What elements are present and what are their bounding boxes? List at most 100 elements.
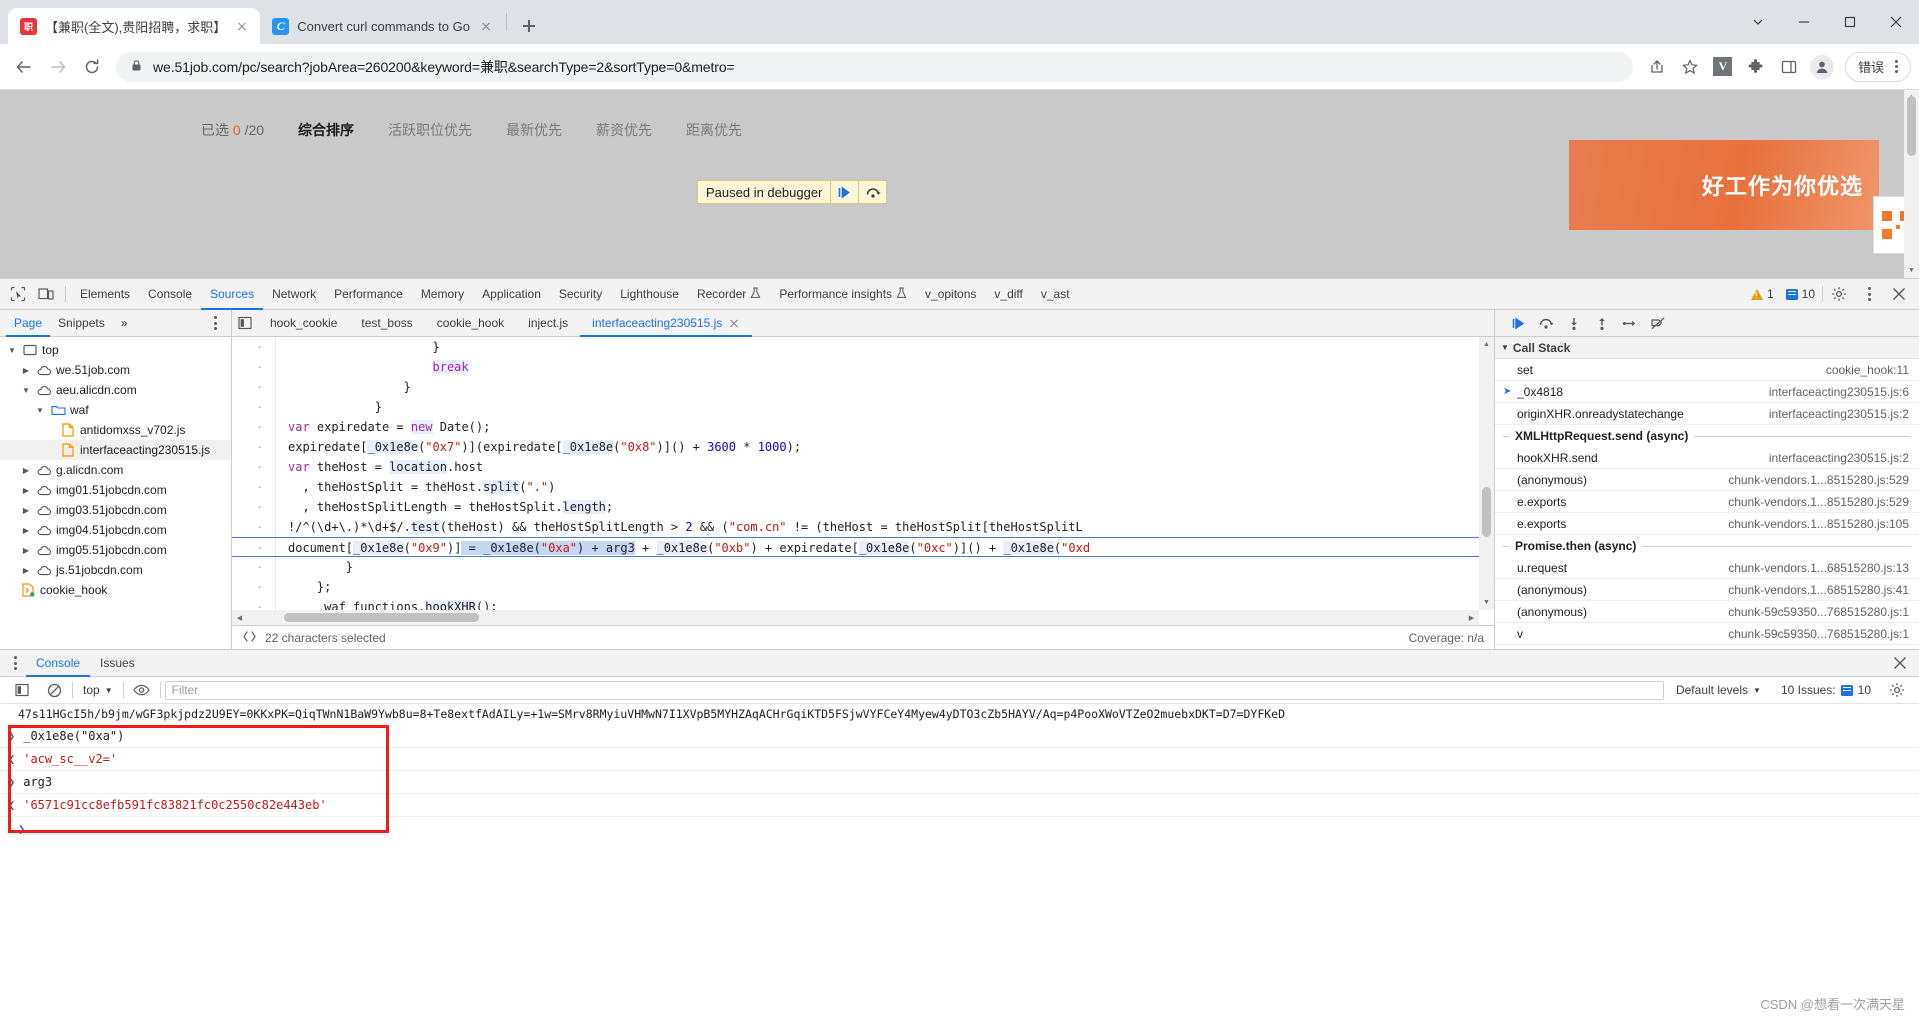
- tab-performance[interactable]: Performance: [325, 279, 412, 310]
- tab-performance-insights[interactable]: Performance insights: [770, 279, 916, 310]
- call-stack-row[interactable]: (anonymous) chunk-59c59350...768515280.j…: [1495, 601, 1919, 623]
- twisty-closed-icon[interactable]: ▶: [20, 546, 32, 555]
- tree-item-cookie-hook-snippet[interactable]: cookie_hook: [0, 580, 231, 600]
- maximize-icon[interactable]: [1827, 0, 1873, 44]
- editor-vertical-scrollbar[interactable]: ▲ ▼: [1479, 337, 1494, 610]
- browser-tab-0[interactable]: 职 【兼职(全文),贵阳招聘，求职】: [8, 8, 261, 44]
- resume-script-icon[interactable]: [1505, 311, 1531, 335]
- inspect-element-icon[interactable]: [4, 281, 32, 307]
- scrollbar-thumb[interactable]: [1907, 96, 1916, 156]
- console-issues-link[interactable]: 10 Issues: 10: [1773, 683, 1879, 697]
- tree-item-img03[interactable]: ▶ img03.51jobcdn.com: [0, 500, 231, 520]
- navigator-toggle-icon[interactable]: [232, 310, 258, 336]
- sort-option-1[interactable]: 活跃职位优先: [388, 120, 472, 140]
- close-drawer-icon[interactable]: [1891, 650, 1919, 676]
- twisty-open-icon[interactable]: ▼: [20, 386, 32, 395]
- step-into-icon[interactable]: [1561, 311, 1587, 335]
- console-context-selector[interactable]: top ▼: [77, 683, 119, 697]
- tab-v-opitons[interactable]: v_opitons: [916, 279, 985, 310]
- console-prompt[interactable]: ❯: [0, 817, 1919, 840]
- tree-item-antidomxss[interactable]: antidomxss_v702.js: [0, 420, 231, 440]
- clear-console-icon[interactable]: [40, 677, 68, 703]
- editor-tab-inject-js[interactable]: inject.js: [516, 310, 580, 337]
- star-icon[interactable]: [1674, 51, 1706, 83]
- side-panel-icon[interactable]: [1773, 51, 1805, 83]
- tab-security[interactable]: Security: [550, 279, 611, 310]
- chevron-down-icon[interactable]: [1735, 0, 1781, 44]
- call-stack-row[interactable]: (anonymous) chunk-vendors.1...8515280.js…: [1495, 469, 1919, 491]
- avatar[interactable]: [1806, 51, 1838, 83]
- minimize-icon[interactable]: [1781, 0, 1827, 44]
- call-stack-row[interactable]: e.exports chunk-vendors.1...8515280.js:1…: [1495, 513, 1919, 535]
- twisty-closed-icon[interactable]: ▶: [20, 526, 32, 535]
- scroll-right-icon[interactable]: ▶: [1464, 610, 1479, 625]
- twisty-open-icon[interactable]: ▼: [1501, 343, 1509, 352]
- share-icon[interactable]: [1641, 51, 1673, 83]
- close-icon[interactable]: [728, 317, 740, 329]
- tree-item-waf[interactable]: ▼ waf: [0, 400, 231, 420]
- sort-option-2[interactable]: 最新优先: [506, 120, 562, 140]
- step-over-icon[interactable]: [858, 181, 886, 203]
- sort-option-4[interactable]: 距离优先: [686, 120, 742, 140]
- close-icon[interactable]: [478, 18, 494, 34]
- call-stack-row[interactable]: u.request chunk-vendors.1...68515280.js:…: [1495, 557, 1919, 579]
- twisty-open-icon[interactable]: ▼: [6, 346, 18, 355]
- console-entry-input[interactable]: ❯ arg3: [0, 771, 1919, 794]
- call-stack-row[interactable]: (anonymous) chunk-vendors.1...68515280.j…: [1495, 579, 1919, 601]
- navigator-kebab-icon[interactable]: [207, 313, 231, 333]
- page-scrollbar[interactable]: ▲ ▼: [1904, 90, 1919, 278]
- call-stack-row[interactable]: v chunk-59c59350...768515280.js:1: [1495, 623, 1919, 645]
- tree-item-img04[interactable]: ▶ img04.51jobcdn.com: [0, 520, 231, 540]
- code-viewer[interactable]: - } - break - } - } - var expiredate = new Da…: [232, 337, 1494, 625]
- device-toolbar-icon[interactable]: [32, 281, 60, 307]
- call-stack-row[interactable]: e.exports chunk-vendors.1...8515280.js:5…: [1495, 491, 1919, 513]
- twisty-closed-icon[interactable]: ▶: [20, 506, 32, 515]
- console-sidebar-toggle-icon[interactable]: [8, 677, 36, 703]
- scroll-down-icon[interactable]: ▼: [1479, 595, 1494, 610]
- tab-v-diff[interactable]: v_diff: [985, 279, 1031, 310]
- navigator-tab-page[interactable]: Page: [6, 310, 50, 337]
- editor-tab-test-boss[interactable]: test_boss: [349, 310, 424, 337]
- call-stack-row[interactable]: set cookie_hook:11: [1495, 359, 1919, 381]
- tree-item-img05[interactable]: ▶ img05.51jobcdn.com: [0, 540, 231, 560]
- message-badge[interactable]: 10: [1781, 287, 1820, 301]
- twisty-closed-icon[interactable]: ▶: [20, 466, 32, 475]
- gear-icon[interactable]: [1825, 281, 1853, 307]
- editor-tab-interfaceacting[interactable]: interfaceacting230515.js: [580, 310, 752, 337]
- navigator-tab-snippets[interactable]: Snippets: [50, 310, 113, 337]
- step-out-icon[interactable]: [1589, 311, 1615, 335]
- tab-v-ast[interactable]: v_ast: [1032, 279, 1079, 310]
- tab-memory[interactable]: Memory: [412, 279, 473, 310]
- tree-item-interfaceacting[interactable]: interfaceacting230515.js: [0, 440, 231, 460]
- tab-recorder[interactable]: Recorder: [688, 279, 770, 310]
- close-devtools-icon[interactable]: [1885, 281, 1913, 307]
- new-tab-button[interactable]: [515, 12, 543, 40]
- editor-tab-cookie-hook[interactable]: cookie_hook: [425, 310, 516, 337]
- scrollbar-thumb[interactable]: [284, 613, 479, 622]
- tab-network[interactable]: Network: [263, 279, 325, 310]
- tree-item-js-51jobcdn[interactable]: ▶ js.51jobcdn.com: [0, 560, 231, 580]
- call-stack-row[interactable]: hookXHR.send interfaceacting230515.js:2: [1495, 447, 1919, 469]
- scroll-up-icon[interactable]: ▲: [1479, 337, 1494, 352]
- back-arrow-icon[interactable]: [8, 51, 40, 83]
- editor-horizontal-scrollbar[interactable]: ◀ ▶: [232, 610, 1479, 625]
- pretty-print-icon[interactable]: [242, 630, 257, 646]
- twisty-open-icon[interactable]: ▼: [34, 406, 46, 415]
- forward-arrow-icon[interactable]: [42, 51, 74, 83]
- tree-item-top[interactable]: ▼ top: [0, 340, 231, 360]
- scroll-left-icon[interactable]: ◀: [232, 610, 247, 625]
- tab-elements[interactable]: Elements: [71, 279, 139, 310]
- sort-option-0[interactable]: 综合排序: [298, 120, 354, 140]
- puzzle-icon[interactable]: [1740, 51, 1772, 83]
- twisty-closed-icon[interactable]: ▶: [20, 366, 32, 375]
- warning-badge[interactable]: 1: [1746, 287, 1779, 301]
- tree-item-aeu-alicdn[interactable]: ▼ aeu.alicdn.com: [0, 380, 231, 400]
- extension-v-icon[interactable]: V: [1707, 51, 1739, 83]
- step-over-icon[interactable]: [1533, 311, 1559, 335]
- live-expression-icon[interactable]: [128, 677, 156, 703]
- devtools-kebab-icon[interactable]: [1855, 281, 1883, 307]
- console-filter-input[interactable]: Filter: [164, 680, 1664, 700]
- call-stack-header[interactable]: ▼ Call Stack: [1495, 337, 1919, 359]
- sort-option-3[interactable]: 薪资优先: [596, 120, 652, 140]
- tab-lighthouse[interactable]: Lighthouse: [611, 279, 688, 310]
